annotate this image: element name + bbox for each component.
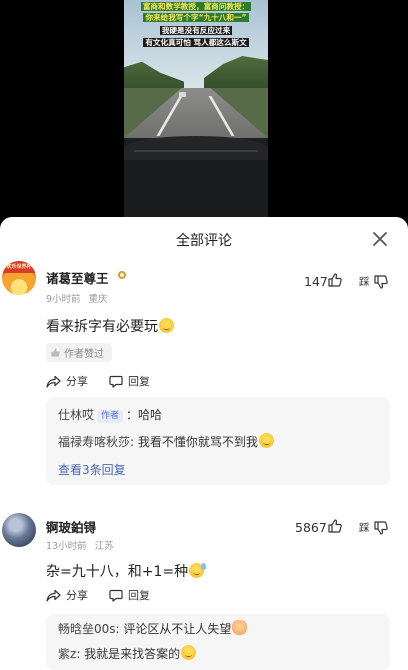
author-liked-label: 作者赞过 <box>64 349 104 360</box>
share-label: 分享 <box>66 375 88 388</box>
close-icon[interactable] <box>370 229 390 249</box>
avatar[interactable] <box>2 513 36 547</box>
reply-text: : 我就是来找答案的 <box>76 647 181 661</box>
comment-panel: 全部评论 欢乐世界杯 诸葛至尊王 9小时前 重庆 147 踩 看来拆字有必要玩 作… <box>0 217 408 670</box>
thumb-down-icon[interactable] <box>373 274 389 290</box>
video-dashboard-lower <box>124 160 268 218</box>
thumb-up-icon[interactable] <box>327 518 343 534</box>
video-player[interactable]: 富商和数学教授，富商问教授： 你来给我写个字“九十八和一” 我硬是没有反应过来 … <box>0 0 408 222</box>
comment-time: 13小时前 <box>46 541 87 552</box>
reply-label: 回复 <box>128 589 150 602</box>
badge-icon <box>118 271 126 279</box>
reply-text: ：哈哈 <box>126 408 163 422</box>
share-icon <box>46 375 61 388</box>
reply-button[interactable]: 回复 <box>109 373 150 389</box>
reply-username[interactable]: 紫z <box>58 647 76 661</box>
author-liked-badge: 作者赞过 <box>46 343 112 362</box>
panel-title: 全部评论 <box>176 233 232 249</box>
reply-thread: 仕林哎 作者 ：哈哈 福禄寿喀秋莎: 我看不懂你就骂不到我 查看3条回复 <box>46 397 390 485</box>
reply-text: : 评论区从不让人失望 <box>115 622 232 636</box>
video-caption-1: 富商和数学教授，富商问教授： <box>140 2 252 11</box>
share-button[interactable]: 分享 <box>46 373 88 389</box>
comment-username[interactable]: 锕玻鉑锝 <box>46 517 96 536</box>
reply-username[interactable]: 仕林哎 <box>58 408 94 422</box>
reply-item[interactable]: 福禄寿喀秋莎: 我看不懂你就骂不到我 <box>58 433 274 450</box>
thumb-up-small-icon <box>51 348 60 357</box>
comment-text: 看来拆字有必要玩 <box>46 316 174 336</box>
reply-button[interactable]: 回复 <box>109 587 150 603</box>
reply-item[interactable]: 紫z: 我就是来找答案的 <box>58 645 197 662</box>
comment-location: 重庆 <box>88 294 108 305</box>
video-frame[interactable]: 富商和数学教授，富商问教授： 你来给我写个字“九十八和一” 我硬是没有反应过来 … <box>124 0 268 218</box>
sweat-smile-emoji-icon <box>189 563 207 578</box>
smile-emoji-icon <box>258 433 274 448</box>
comment-meta: 13小时前 江苏 <box>46 538 114 552</box>
smile-emoji-icon <box>181 645 197 660</box>
reply-bubble-icon <box>109 589 123 602</box>
video-car <box>179 92 186 97</box>
smile-emoji-icon <box>159 318 174 333</box>
comment-meta: 9小时前 重庆 <box>46 291 108 305</box>
video-caption-2: 你来给我写个字“九十八和一” <box>143 13 249 22</box>
reply-username[interactable]: 福禄寿喀秋莎 <box>58 435 130 449</box>
avatar[interactable]: 欢乐世界杯 <box>2 261 36 295</box>
reply-username[interactable]: 畅晗垒00s <box>58 622 116 636</box>
comment-text-body: 杂=九十八，和+1=种 <box>46 564 189 580</box>
video-caption-3: 我硬是没有反应过来 <box>159 26 233 35</box>
share-icon <box>46 589 61 602</box>
share-label: 分享 <box>66 589 88 602</box>
video-caption-4: 有文化真可怕 骂人都这么斯文 <box>143 38 249 47</box>
comment-text-body: 看来拆字有必要玩 <box>46 319 158 335</box>
video-dashboard-line <box>134 150 258 152</box>
reply-item[interactable]: 畅晗垒00s: 评论区从不让人失望 <box>58 620 248 637</box>
reply-label: 回复 <box>128 375 150 388</box>
thumb-down-icon[interactable] <box>373 520 389 536</box>
comment-time: 9小时前 <box>46 294 81 305</box>
author-tag: 作者 <box>97 410 124 423</box>
share-button[interactable]: 分享 <box>46 587 88 603</box>
avatar-banner-text: 欢乐世界杯 <box>6 264 32 270</box>
thumb-up-icon[interactable] <box>327 272 343 288</box>
reply-thread: 畅晗垒00s: 评论区从不让人失望 紫z: 我就是来找答案的 <box>46 614 390 670</box>
reply-item[interactable]: 仕林哎 作者 ：哈哈 <box>58 406 162 423</box>
panel-header: 全部评论 <box>0 217 408 261</box>
reply-bubble-icon <box>109 375 123 388</box>
comment-username[interactable]: 诸葛至尊王 <box>46 268 109 287</box>
like-count: 5867 <box>295 520 327 535</box>
like-count: 147 <box>304 274 328 289</box>
dislike-label: 踩 <box>359 522 370 534</box>
comment-location: 江苏 <box>94 541 114 552</box>
view-more-replies-link[interactable]: 查看3条回复 <box>58 461 126 478</box>
reply-text: : 我看不懂你就骂不到我 <box>130 435 258 449</box>
dislike-label: 踩 <box>359 276 370 288</box>
thumbs-up-emoji-icon <box>232 620 248 635</box>
comment-text: 杂=九十八，和+1=种 <box>46 561 207 581</box>
